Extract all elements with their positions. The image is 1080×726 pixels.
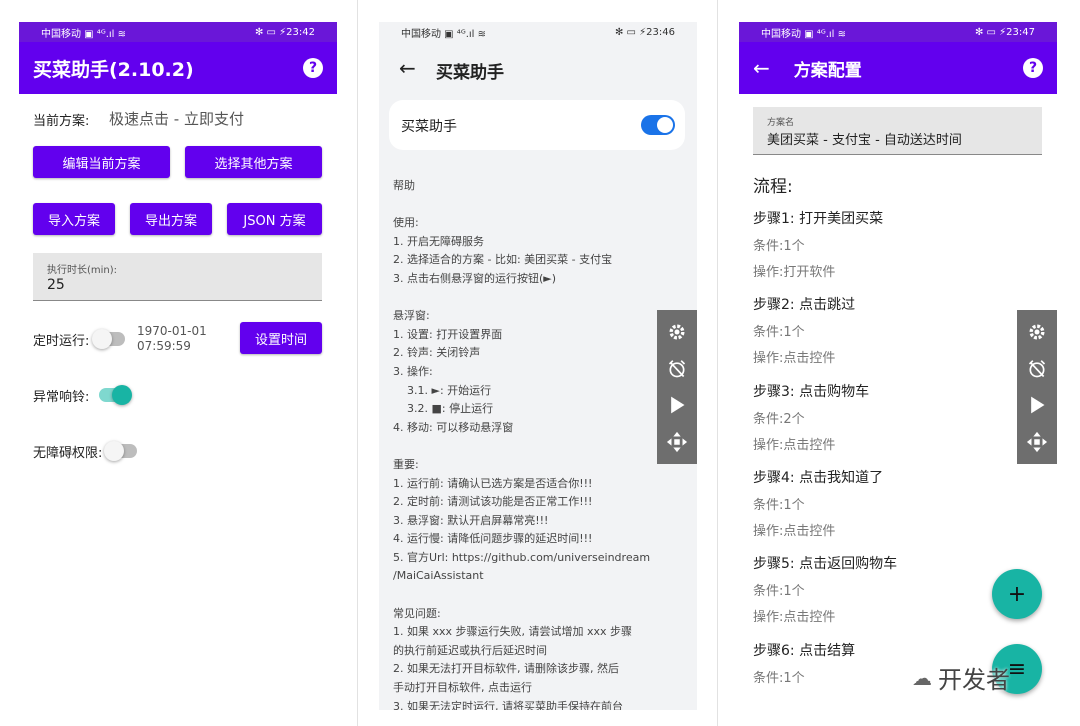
- set-time-button[interactable]: 设置时间: [240, 322, 322, 354]
- status-right: ✻ ▭ ⚡23:46: [614, 26, 675, 38]
- screen-main: 中国移动 ▣ ⁴ᴳ.ıl ≋ ✻ ▭ ⚡23:42 买菜助手(2.10.2) ?…: [19, 22, 337, 726]
- play-icon[interactable]: [1025, 393, 1049, 417]
- gear-icon[interactable]: [665, 320, 689, 344]
- plan-name-field[interactable]: 方案名 美团买菜 - 支付宝 - 自动送达时间: [753, 107, 1042, 155]
- timer-switch[interactable]: [92, 329, 125, 349]
- duration-value: 25: [47, 277, 65, 293]
- move-icon[interactable]: [1025, 430, 1049, 454]
- alarm-off-icon[interactable]: [665, 357, 689, 381]
- status-bar: 中国移动 ▣ ⁴ᴳ.ıl ≋ ✻ ▭ ⚡23:42: [19, 22, 337, 42]
- service-toggle-label: 买菜助手: [401, 119, 457, 135]
- step-condition: 条件:1个: [753, 325, 805, 340]
- page-title: 买菜助手: [436, 63, 504, 83]
- screen-divider-2: [717, 0, 718, 726]
- accessibility-switch[interactable]: [104, 441, 137, 461]
- service-toggle-card: 买菜助手: [389, 100, 685, 150]
- floating-panel: [1017, 310, 1057, 464]
- back-arrow-icon[interactable]: ←: [753, 56, 770, 80]
- step-title: 步骤5: 点击返回购物车: [753, 556, 898, 572]
- accessibility-label: 无障碍权限:: [33, 446, 103, 461]
- watermark-text: 开发者: [938, 666, 1010, 694]
- step-title: 步骤6: 点击结算: [753, 643, 856, 659]
- status-left: 中国移动 ▣ ⁴ᴳ.ıl ≋: [761, 28, 846, 40]
- import-plan-button[interactable]: 导入方案: [33, 203, 115, 235]
- status-right: ✻ ▭ ⚡23:47: [974, 26, 1035, 38]
- choose-plan-button[interactable]: 选择其他方案: [185, 146, 322, 178]
- step-condition: 条件:1个: [753, 584, 805, 599]
- export-plan-button[interactable]: 导出方案: [130, 203, 212, 235]
- back-arrow-icon[interactable]: ←: [399, 56, 416, 80]
- duration-field[interactable]: 执行时长(min): 25: [33, 253, 322, 301]
- step-condition: 条件:2个: [753, 412, 805, 427]
- step-operation: 操作:点击控件: [753, 351, 836, 366]
- wechat-icon: ☁: [912, 665, 932, 690]
- add-step-button[interactable]: +: [992, 569, 1042, 619]
- help-icon[interactable]: ?: [303, 58, 323, 78]
- screen-accessibility-settings: 中国移动 ▣ ⁴ᴳ.ıl ≋ ✻ ▭ ⚡23:46 ← 买菜助手 买菜助手 帮助…: [379, 22, 697, 710]
- step-title: 步骤1: 打开美团买菜: [753, 211, 884, 227]
- floating-panel: [657, 310, 697, 464]
- app-bar: 买菜助手(2.10.2) ?: [19, 42, 337, 94]
- step-condition: 条件:1个: [753, 671, 805, 686]
- move-icon[interactable]: [665, 430, 689, 454]
- current-plan-label: 当前方案:: [33, 114, 90, 129]
- timer-label: 定时运行:: [33, 334, 90, 349]
- edit-plan-button[interactable]: 编辑当前方案: [33, 146, 170, 178]
- app-bar: ← 方案配置 ?: [739, 42, 1057, 94]
- help-text: 帮助 使用: 1. 开启无障碍服务 2. 选择适合的方案 - 比如: 美团买菜 …: [393, 179, 651, 710]
- plan-name-value: 美团买菜 - 支付宝 - 自动送达时间: [767, 133, 962, 148]
- flow-heading: 流程:: [753, 177, 793, 197]
- status-bar: 中国移动 ▣ ⁴ᴳ.ıl ≋ ✻ ▭ ⚡23:47: [739, 22, 1057, 42]
- service-toggle[interactable]: [641, 115, 675, 135]
- step-operation: 操作:点击控件: [753, 610, 836, 625]
- step-title: 步骤3: 点击购物车: [753, 384, 870, 400]
- step-condition: 条件:1个: [753, 498, 805, 513]
- duration-label: 执行时长(min):: [47, 265, 118, 276]
- timer-date: 1970-01-01: [137, 324, 207, 338]
- status-left: 中国移动 ▣ ⁴ᴳ.ıl ≋: [41, 28, 126, 40]
- alarm-label: 异常响铃:: [33, 390, 90, 405]
- watermark: ☁ 开发者: [912, 660, 1010, 695]
- alarm-switch[interactable]: [99, 385, 132, 405]
- status-left: 中国移动 ▣ ⁴ᴳ.ıl ≋: [401, 28, 486, 40]
- timer-time: 07:59:59: [137, 339, 191, 353]
- play-icon[interactable]: [665, 393, 689, 417]
- step-operation: 操作:点击控件: [753, 524, 836, 539]
- status-right: ✻ ▭ ⚡23:42: [254, 26, 315, 38]
- app-title: 买菜助手(2.10.2): [33, 58, 194, 81]
- step-title: 步骤4: 点击我知道了: [753, 470, 884, 486]
- status-bar: 中国移动 ▣ ⁴ᴳ.ıl ≋ ✻ ▭ ⚡23:46: [379, 22, 697, 42]
- page-title: 方案配置: [793, 60, 862, 81]
- help-icon[interactable]: ?: [1023, 58, 1043, 78]
- json-plan-button[interactable]: JSON 方案: [227, 203, 322, 235]
- screen-divider-1: [357, 0, 358, 726]
- gear-icon[interactable]: [1025, 320, 1049, 344]
- step-operation: 操作:点击控件: [753, 438, 836, 453]
- current-plan-value: 极速点击 - 立即支付: [109, 110, 244, 128]
- step-operation: 操作:打开软件: [753, 265, 836, 280]
- screen-plan-config: 中国移动 ▣ ⁴ᴳ.ıl ≋ ✻ ▭ ⚡23:47 ← 方案配置 ? 方案名 美…: [739, 22, 1057, 726]
- step-condition: 条件:1个: [753, 239, 805, 254]
- step-title: 步骤2: 点击跳过: [753, 297, 856, 313]
- alarm-off-icon[interactable]: [1025, 357, 1049, 381]
- plan-name-label: 方案名: [767, 118, 795, 128]
